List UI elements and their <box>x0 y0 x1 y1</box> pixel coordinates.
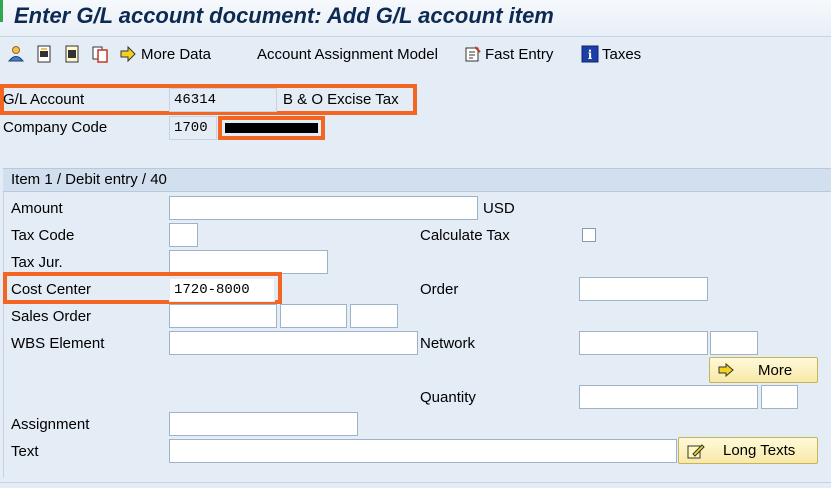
wbs-element-label: WBS Element <box>11 335 105 352</box>
amount-input[interactable] <box>169 196 478 220</box>
gl-account-description: B & O Excise Tax <box>283 91 399 108</box>
save-document-icon[interactable] <box>35 45 53 63</box>
tax-jur-label: Tax Jur. <box>11 254 63 271</box>
long-texts-button[interactable]: Long Texts <box>678 437 818 464</box>
tax-jur-input[interactable] <box>169 250 328 274</box>
window-accent-stripe <box>0 0 3 22</box>
tax-code-input[interactable] <box>169 223 198 247</box>
calculate-tax-label: Calculate Tax <box>420 227 510 244</box>
assignment-input[interactable] <box>169 412 358 436</box>
account-assignment-model-button[interactable]: Account Assignment Model <box>257 46 438 63</box>
company-code-label: Company Code <box>3 119 108 136</box>
display-document-icon[interactable] <box>63 45 81 63</box>
sales-order-item-input[interactable] <box>280 304 347 328</box>
sales-order-label: Sales Order <box>11 308 92 325</box>
order-label: Order <box>420 281 459 298</box>
gl-account-field: 46314 <box>169 88 277 112</box>
network-input[interactable] <box>579 331 708 355</box>
calculate-tax-checkbox[interactable] <box>582 228 596 242</box>
amount-label: Amount <box>11 200 63 217</box>
tax-code-label: Tax Code <box>11 227 75 244</box>
more-button[interactable]: More <box>709 357 818 383</box>
long-texts-label: Long Texts <box>723 442 796 459</box>
svg-text:i: i <box>588 48 593 62</box>
item-section-title: Item 1 / Debit entry / 40 <box>11 171 167 188</box>
page-title: Enter G/L account document: Add G/L acco… <box>14 3 554 28</box>
company-code-field: 1700 <box>169 116 217 140</box>
quantity-input[interactable] <box>579 385 758 409</box>
currency-label: USD <box>483 200 515 217</box>
more-button-label: More <box>758 361 793 379</box>
info-icon[interactable]: i <box>581 45 599 63</box>
network-label: Network <box>420 335 476 352</box>
more-data-button[interactable]: More Data <box>141 46 211 63</box>
redacted-company-name <box>225 123 318 133</box>
text-label: Text <box>11 443 39 460</box>
assignment-label: Assignment <box>11 416 90 433</box>
fast-entry-button[interactable]: Fast Entry <box>485 46 553 63</box>
quantity-label: Quantity <box>420 389 476 406</box>
pencil-note-icon <box>687 443 705 458</box>
sales-order-schedule-input[interactable] <box>350 304 398 328</box>
fast-entry-icon[interactable] <box>464 45 482 63</box>
arrow-right-icon <box>718 363 734 377</box>
unit-input[interactable] <box>761 385 798 409</box>
cost-center-label: Cost Center <box>11 281 92 298</box>
bottom-divider <box>0 482 831 483</box>
gl-account-label: G/L Account <box>3 91 85 108</box>
text-input[interactable] <box>169 439 677 463</box>
network-activity-input[interactable] <box>710 331 758 355</box>
cost-center-input[interactable]: 1720-8000 <box>169 278 275 302</box>
order-input[interactable] <box>579 277 708 301</box>
person-icon[interactable] <box>7 45 25 63</box>
arrow-right-icon[interactable] <box>119 45 137 63</box>
sales-order-input[interactable] <box>169 304 277 328</box>
wbs-element-input[interactable] <box>169 331 418 355</box>
copy-icon[interactable] <box>91 45 109 63</box>
taxes-button[interactable]: Taxes <box>602 46 641 63</box>
